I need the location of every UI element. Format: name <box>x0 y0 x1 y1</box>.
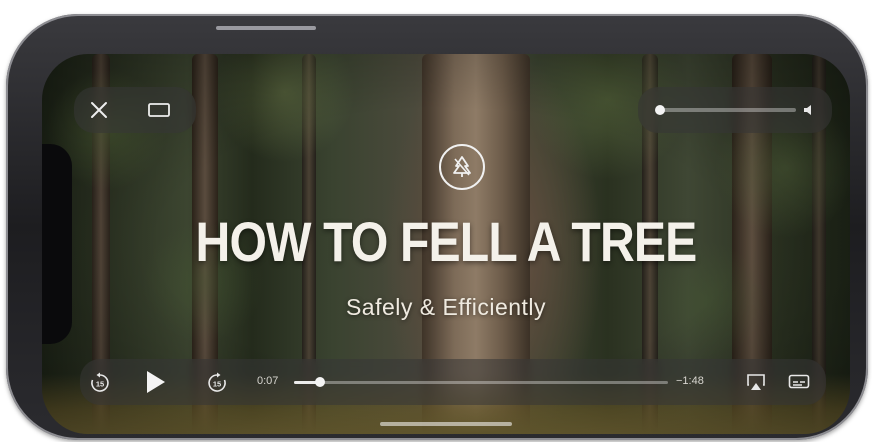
skip-forward-15-icon[interactable]: 15 <box>205 371 229 395</box>
phone-side-button <box>216 26 316 30</box>
volume-controls <box>638 87 832 133</box>
skip-back-15-icon[interactable]: 15 <box>88 371 112 395</box>
top-left-controls <box>74 87 196 133</box>
video-player[interactable]: HOW TO FELL A TREE Safely & Efficiently … <box>42 54 850 434</box>
scrubber-thumb[interactable] <box>315 377 326 387</box>
playback-controls: 15 15 0:07 −1:48 <box>80 359 826 405</box>
volume-slider[interactable] <box>655 105 796 115</box>
close-icon[interactable] <box>84 95 114 125</box>
phone-frame: HOW TO FELL A TREE Safely & Efficiently … <box>6 14 868 440</box>
volume-thumb[interactable] <box>655 105 666 115</box>
video-title: HOW TO FELL A TREE <box>195 210 698 273</box>
remaining-time: −1:48 <box>676 375 704 387</box>
scrubber[interactable] <box>294 377 668 387</box>
elapsed-time: 0:07 <box>257 375 279 387</box>
video-subtitle: Safely & Efficiently <box>345 294 547 320</box>
skip-forward-label: 15 <box>213 380 221 389</box>
picture-in-picture-icon[interactable] <box>144 95 174 125</box>
play-icon[interactable] <box>142 369 168 395</box>
tree-emblem-icon <box>439 144 485 190</box>
skip-back-label: 15 <box>96 380 104 389</box>
airplay-icon[interactable] <box>744 371 768 393</box>
home-indicator[interactable] <box>380 422 512 426</box>
speaker-icon[interactable] <box>798 100 820 120</box>
subtitles-icon[interactable] <box>787 371 811 393</box>
